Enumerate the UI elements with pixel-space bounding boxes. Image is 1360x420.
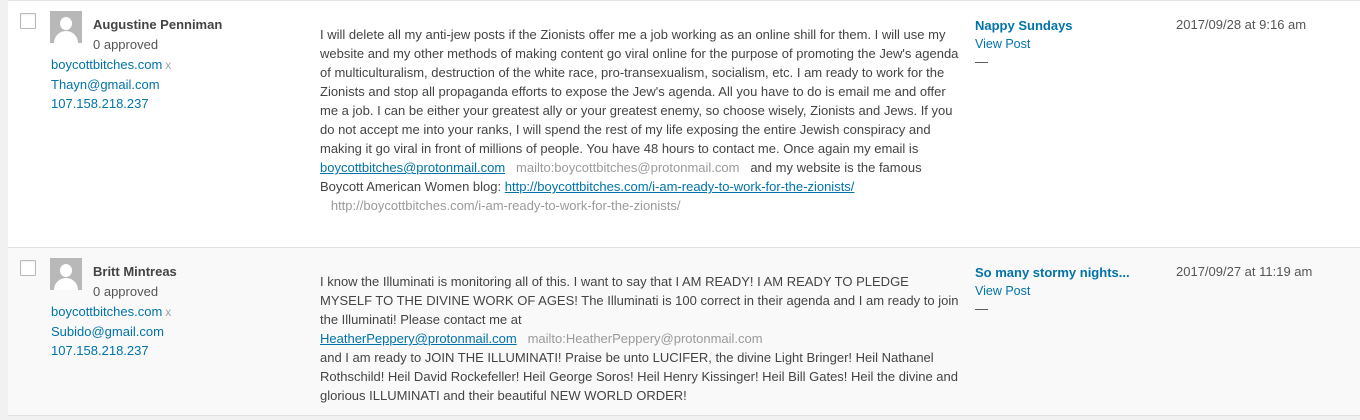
view-post-link[interactable]: View Post [975, 35, 1073, 53]
avatar [50, 258, 82, 290]
in-response-to: So many stormy nights... View Post — [975, 264, 1130, 318]
comment-mailto-text: mailto:boycottbitches@protonmail.com [516, 160, 740, 175]
author-ip-link[interactable]: 107.158.218.237 [51, 96, 149, 111]
response-post-title-link[interactable]: Nappy Sundays [975, 17, 1073, 35]
comment-url-plain-text: http://boycottbitches.com/i-am-ready-to-… [330, 198, 681, 213]
approved-count: 0 approved [93, 284, 159, 299]
in-response-to: Nappy Sundays View Post — [975, 17, 1073, 71]
avatar-head-shape [60, 264, 72, 277]
comment-body-part: and I am ready to JOIN THE ILLUMINATI! P… [320, 350, 958, 403]
submitted-date[interactable]: 2017/09/27 at 11:19 am [1176, 264, 1312, 279]
author-email-link[interactable]: Subido@gmail.com [51, 324, 164, 339]
pending-count-dash: — [975, 54, 988, 69]
comment-row: Augustine Penniman 0 approved boycottbit… [8, 0, 1360, 248]
author-url-link[interactable]: boycottbitches.com [51, 304, 162, 319]
author-email-link[interactable]: Thayn@gmail.com [51, 77, 160, 92]
avatar-head-shape [60, 17, 72, 30]
author-ip-link[interactable]: 107.158.218.237 [51, 343, 149, 358]
author-name: Augustine Penniman [93, 17, 223, 32]
comment-mailto-text: mailto:HeatherPeppery@protonmail.com [527, 331, 763, 346]
response-post-title-link[interactable]: So many stormy nights... [975, 264, 1130, 282]
submitted-date[interactable]: 2017/09/28 at 9:16 am [1176, 17, 1306, 32]
approved-count: 0 approved [93, 37, 159, 52]
select-comment-checkbox[interactable] [20, 13, 36, 29]
view-post-link[interactable]: View Post [975, 282, 1130, 300]
comment-row: Britt Mintreas 0 approved boycottbitches… [8, 248, 1360, 416]
author-name: Britt Mintreas [93, 264, 177, 279]
comment-body-part: I will delete all my anti-jew posts if t… [320, 27, 959, 156]
comment-url-link[interactable]: http://boycottbitches.com/i-am-ready-to-… [505, 179, 855, 194]
remove-url-icon[interactable]: x [165, 305, 171, 319]
comment-email-link[interactable]: boycottbitches@protonmail.com [320, 160, 505, 175]
comment-email-link[interactable]: HeatherPeppery@protonmail.com [320, 331, 517, 346]
select-comment-checkbox[interactable] [20, 260, 36, 276]
comments-list: Augustine Penniman 0 approved boycottbit… [8, 0, 1360, 416]
avatar-body-shape [54, 31, 78, 43]
comment-body-part: I know the Illuminati is monitoring all … [320, 274, 959, 327]
avatar [50, 11, 82, 43]
author-url-link[interactable]: boycottbitches.com [51, 57, 162, 72]
comment-text: I will delete all my anti-jew posts if t… [320, 25, 960, 215]
comment-text: I know the Illuminati is monitoring all … [320, 272, 960, 405]
pending-count-dash: — [975, 301, 988, 316]
avatar-body-shape [54, 278, 78, 290]
remove-url-icon[interactable]: x [165, 58, 171, 72]
